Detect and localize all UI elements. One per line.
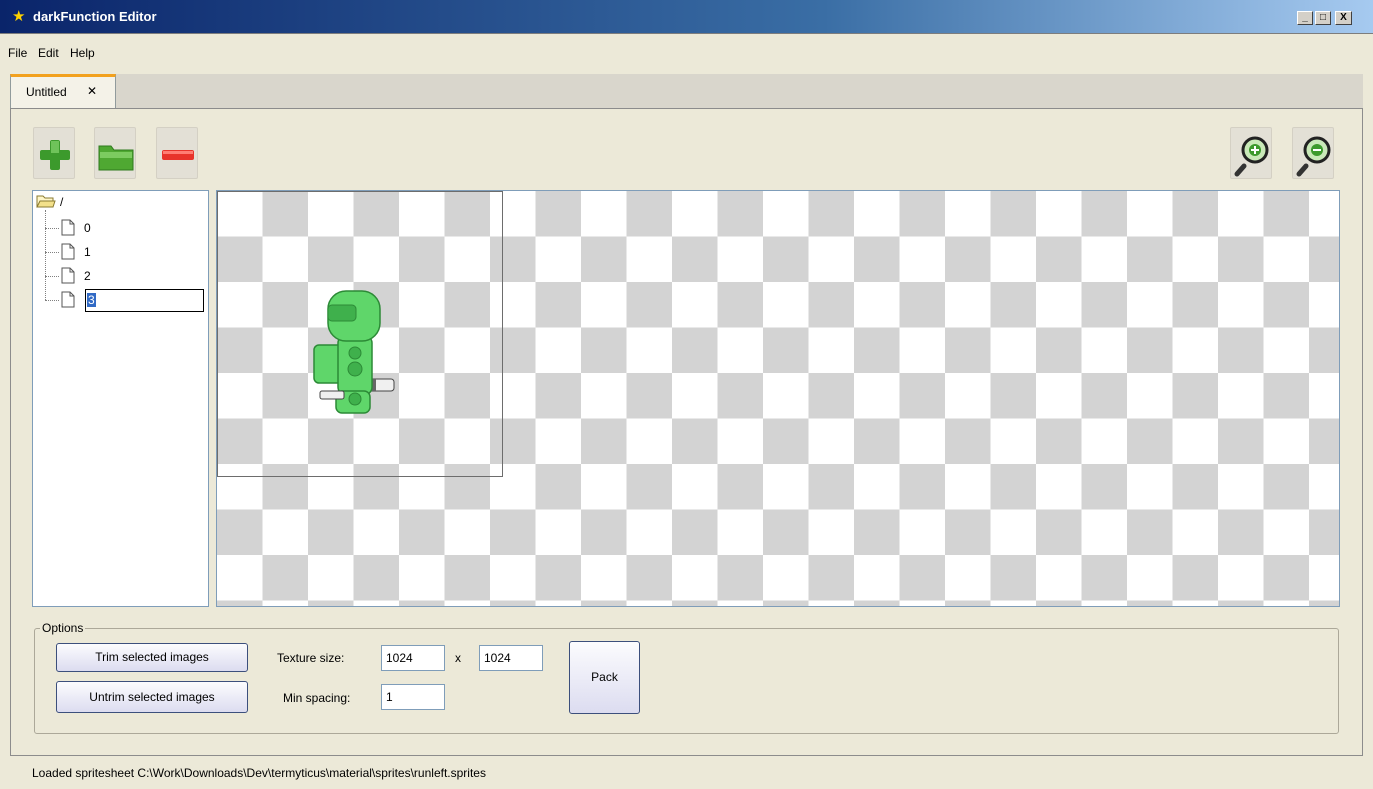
tree-rename-selection: 3 [87,293,96,307]
tab-strip [10,74,1363,108]
minimize-button[interactable]: _ [1297,11,1313,25]
tree-connector [45,300,59,301]
zoom-in-icon [1234,136,1269,177]
menu-help[interactable]: Help [70,46,95,60]
pack-button[interactable]: Pack [569,641,640,714]
menu-file[interactable]: File [8,46,27,60]
tree-connector [45,276,59,277]
sprite-image[interactable] [294,287,402,423]
open-folder-button[interactable] [94,127,136,179]
window-title: darkFunction Editor [33,9,157,24]
menu-bar [0,34,1373,74]
folder-open-icon [36,195,56,208]
file-icon [61,243,75,260]
tree-item[interactable]: 1 [84,244,91,262]
zoom-out-icon [1296,136,1331,177]
tab-untitled[interactable]: Untitled ✕ [10,74,116,108]
trim-selected-button[interactable]: Trim selected images [56,643,248,672]
zoom-in-button[interactable] [1230,127,1272,179]
file-icon [61,219,75,236]
title-bar[interactable] [0,0,1373,34]
tab-label: Untitled [26,85,67,99]
status-bar: Loaded spritesheet C:\Work\Downloads\Dev… [32,766,486,780]
options-legend: Options [40,621,86,635]
minus-icon [162,150,194,160]
file-icon [61,267,75,284]
min-spacing-input[interactable]: 1 [381,684,445,710]
untrim-selected-button[interactable]: Untrim selected images [56,681,248,713]
sprite-canvas[interactable] [216,190,1340,607]
tree-item[interactable]: 2 [84,268,91,286]
zoom-out-button[interactable] [1292,127,1334,179]
tree-rename-input[interactable]: 3 [85,289,204,312]
add-image-button[interactable] [33,127,75,179]
app-star-icon: ★ [12,8,26,25]
remove-image-button[interactable] [156,127,198,179]
tab-close-icon[interactable]: ✕ [87,84,97,98]
file-icon [61,291,75,308]
tree-item[interactable]: 0 [84,220,91,238]
min-spacing-label: Min spacing: [283,691,351,705]
tree-connector [45,228,59,229]
times-label: x [455,651,461,665]
texture-height-input[interactable]: 1024 [479,645,543,671]
tree-connector [45,252,59,253]
tree-root-label[interactable]: / [60,194,63,212]
tree-connector [45,210,46,300]
plus-icon [40,140,70,170]
maximize-button[interactable]: □ [1315,11,1331,25]
close-window-button[interactable]: X [1335,11,1352,25]
folder-icon [98,145,134,171]
menu-edit[interactable]: Edit [38,46,59,60]
texture-size-label: Texture size: [277,651,345,665]
texture-width-input[interactable]: 1024 [381,645,445,671]
